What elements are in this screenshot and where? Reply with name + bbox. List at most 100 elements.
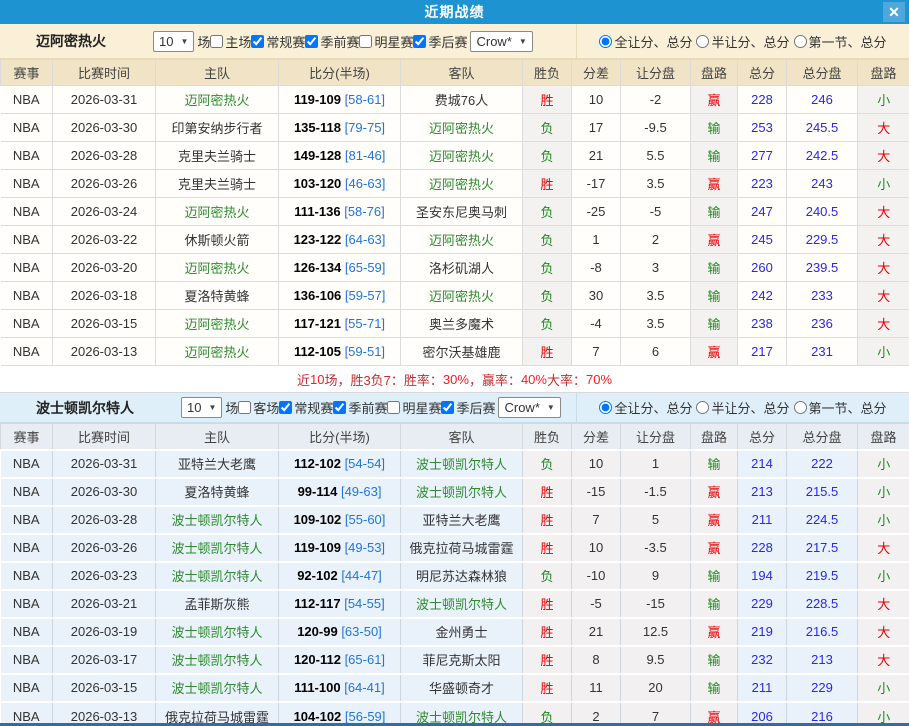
handicap-line-cell: 12.5 <box>621 618 691 646</box>
away-team-cell: 亚特兰大老鹰 <box>401 506 523 534</box>
half-handicap-total-radio-label[interactable]: 半让分、总分 <box>696 398 789 417</box>
half-handicap-total-radio[interactable] <box>696 35 709 48</box>
handicap-line-cell: -1.5 <box>621 478 691 506</box>
away-team-cell: 华盛顿奇才 <box>401 674 523 702</box>
date-cell: 2026-03-24 <box>53 198 156 226</box>
playoffs-checkbox-label[interactable]: 季后赛 <box>413 32 467 51</box>
date-cell: 2026-03-23 <box>53 562 156 590</box>
over-under-cell: 大 <box>858 114 909 142</box>
point-diff-cell: 17 <box>572 114 621 142</box>
win-loss-cell: 负 <box>523 562 572 590</box>
titlebar: 近期战绩 ✕ <box>0 0 909 24</box>
full-handicap-total-radio-label[interactable]: 全让分、总分 <box>599 32 692 51</box>
regular-season-checkbox-label[interactable]: 常规赛 <box>251 32 305 51</box>
column-header-home-team: 主队 <box>156 424 279 450</box>
playoffs-checkbox[interactable] <box>413 35 426 48</box>
date-cell: 2026-03-15 <box>53 674 156 702</box>
results-table: 赛事比赛时间主队比分(半场)客队胜负分差让分盘盘路总分总分盘盘路 NBA2026… <box>0 59 909 366</box>
score-half-cell: 117-121 [55-71] <box>279 310 401 338</box>
odds-source-select[interactable]: Crow*▼ <box>470 31 532 52</box>
preseason-checkbox-label[interactable]: 季前赛 <box>333 398 387 417</box>
score-half-cell: 111-136 [58-76] <box>279 198 401 226</box>
date-cell: 2026-03-21 <box>53 590 156 618</box>
first-quarter-total-radio-label[interactable]: 第一节、总分 <box>794 32 887 51</box>
score-half-cell: 136-106 [59-57] <box>279 282 401 310</box>
away-team-cell: 密尔沃基雄鹿 <box>401 338 523 366</box>
first-quarter-total-radio[interactable] <box>794 35 807 48</box>
preseason-checkbox[interactable] <box>333 401 346 414</box>
away-team-cell: 明尼苏达森林狼 <box>401 562 523 590</box>
score-half-cell: 109-102 [55-60] <box>279 506 401 534</box>
filter-checkbox-group: 主场常规赛季前赛明星赛季后赛 <box>210 32 467 51</box>
game-row: NBA2026-03-15迈阿密热火117-121 [55-71]奥兰多魔术负-… <box>1 310 909 338</box>
home-team-cell: 波士顿凯尔特人 <box>156 534 279 562</box>
home-team-cell: 迈阿密热火 <box>156 254 279 282</box>
allstar-checkbox-label[interactable]: 明星赛 <box>387 398 441 417</box>
date-cell: 2026-03-22 <box>53 226 156 254</box>
column-header-score-half: 比分(半场) <box>279 424 401 450</box>
total-points-cell: 277 <box>738 142 787 170</box>
game-row: NBA2026-03-20迈阿密热火126-134 [65-59]洛杉矶湖人负-… <box>1 254 909 282</box>
column-header-point-diff: 分差 <box>572 60 621 86</box>
away-team-cell: 波士顿凯尔特人 <box>401 590 523 618</box>
over-under-cell: 小 <box>858 674 909 702</box>
total-points-cell: 253 <box>738 114 787 142</box>
home-team-cell: 波士顿凯尔特人 <box>156 646 279 674</box>
full-handicap-total-radio-label[interactable]: 全让分、总分 <box>599 398 692 417</box>
total-line-cell: 229.5 <box>787 226 858 254</box>
away-team-cell: 菲尼克斯太阳 <box>401 646 523 674</box>
handicap-line-cell: 9.5 <box>621 646 691 674</box>
odds-source-select[interactable]: Crow*▼ <box>498 397 560 418</box>
games-unit-label: 场 <box>225 398 238 417</box>
home-team-cell: 孟菲斯灰熊 <box>156 590 279 618</box>
preseason-checkbox-label[interactable]: 季前赛 <box>305 32 359 51</box>
regular-season-checkbox[interactable] <box>251 35 264 48</box>
summary-text: 近 <box>297 370 310 389</box>
column-header-total-line: 总分盘 <box>787 60 858 86</box>
away-venue-checkbox-label[interactable]: 客场 <box>238 398 279 417</box>
allstar-checkbox-label[interactable]: 明星赛 <box>359 32 413 51</box>
win-loss-cell: 胜 <box>523 534 572 562</box>
home-venue-checkbox-label[interactable]: 主场 <box>210 32 251 51</box>
total-line-cell: 240.5 <box>787 198 858 226</box>
over-under-cell: 大 <box>858 534 909 562</box>
regular-season-checkbox-label[interactable]: 常规赛 <box>279 398 333 417</box>
point-diff-cell: -10 <box>572 562 621 590</box>
playoffs-checkbox[interactable] <box>441 401 454 414</box>
handicap-line-cell: 5.5 <box>621 142 691 170</box>
regular-season-checkbox[interactable] <box>279 401 292 414</box>
allstar-checkbox[interactable] <box>359 35 372 48</box>
home-venue-checkbox[interactable] <box>210 35 223 48</box>
preseason-checkbox[interactable] <box>305 35 318 48</box>
half-handicap-total-radio[interactable] <box>696 401 709 414</box>
games-count-select[interactable]: 10▼ <box>181 397 222 418</box>
game-row: NBA2026-03-28波士顿凯尔特人109-102 [55-60]亚特兰大老… <box>1 506 909 534</box>
column-header-point-diff: 分差 <box>572 424 621 450</box>
full-handicap-total-radio[interactable] <box>599 35 612 48</box>
total-line-cell: 233 <box>787 282 858 310</box>
over-under-cell: 大 <box>858 254 909 282</box>
date-cell: 2026-03-19 <box>53 618 156 646</box>
first-quarter-total-radio-label[interactable]: 第一节、总分 <box>794 398 887 417</box>
playoffs-checkbox-label[interactable]: 季后赛 <box>441 398 495 417</box>
point-diff-cell: 8 <box>572 646 621 674</box>
total-points-cell: 260 <box>738 254 787 282</box>
handicap-line-cell: 1 <box>621 450 691 478</box>
close-button[interactable]: ✕ <box>883 2 905 22</box>
first-quarter-total-radio[interactable] <box>794 401 807 414</box>
handicap-result-cell: 输 <box>691 282 738 310</box>
games-count-select[interactable]: 10▼ <box>153 31 194 52</box>
total-line-cell: 217.5 <box>787 534 858 562</box>
league-cell: NBA <box>1 142 53 170</box>
column-header-handicap-line: 让分盘 <box>621 424 691 450</box>
away-venue-checkbox[interactable] <box>238 401 251 414</box>
allstar-checkbox[interactable] <box>387 401 400 414</box>
full-handicap-total-radio[interactable] <box>599 401 612 414</box>
home-team-cell: 迈阿密热火 <box>156 86 279 114</box>
score-half-cell: 126-134 [65-59] <box>279 254 401 282</box>
half-handicap-total-radio-label[interactable]: 半让分、总分 <box>696 32 789 51</box>
home-team-cell: 夏洛特黄蜂 <box>156 282 279 310</box>
date-cell: 2026-03-30 <box>53 478 156 506</box>
handicap-result-cell: 输 <box>691 310 738 338</box>
handicap-result-cell: 输 <box>691 646 738 674</box>
